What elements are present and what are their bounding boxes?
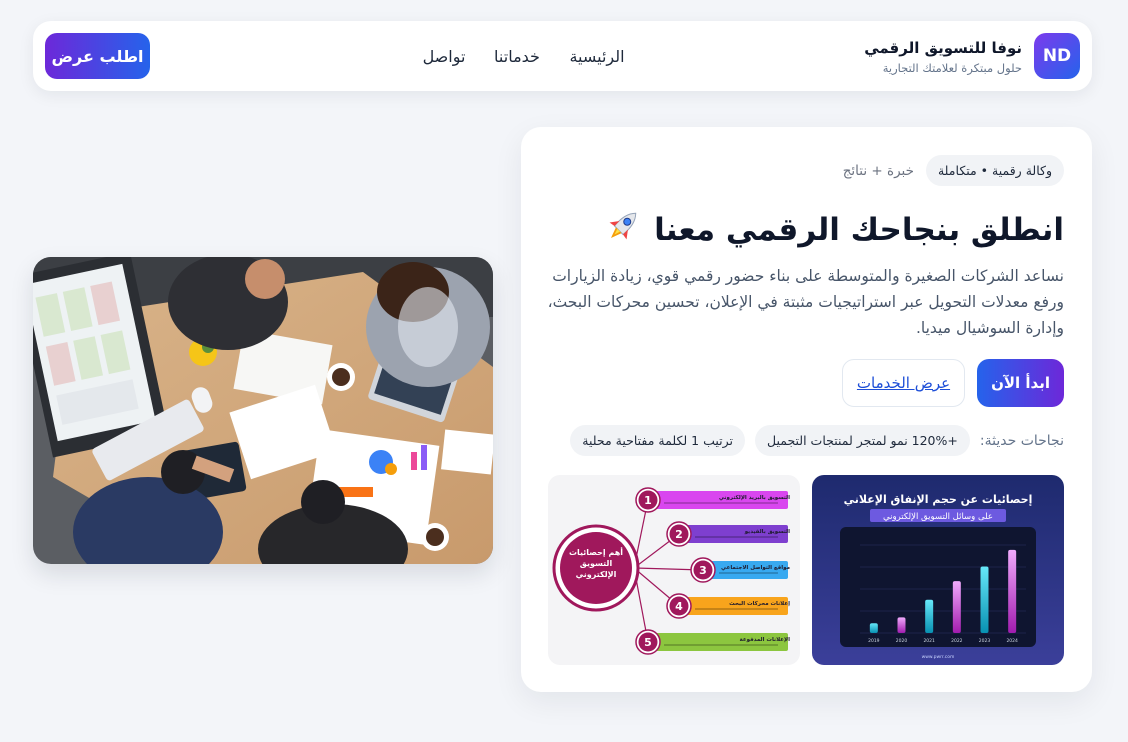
mindmap-item-placeholder-line [695, 536, 778, 538]
kicker-row: وكالة رقمية • متكاملة خبرة + نتائج [843, 155, 1064, 186]
x-tick-label: 2022 [951, 638, 963, 644]
mindmap-item-number: 2 [675, 528, 683, 541]
brand-text: نوفا للتسويق الرقمي حلول مبتكرة لعلامتك … [864, 37, 1022, 75]
success-badge: ترتيب 1 لكلمة مفتاحية محلية [570, 425, 745, 456]
top-navbar: اطلب عرض تواصل خدماتنا الرئيسية ND نوفا … [33, 21, 1092, 91]
mindmap-item-number: 4 [675, 600, 683, 613]
nav-link-contact[interactable]: تواصل [409, 47, 479, 66]
nav-link-home[interactable]: الرئيسية [567, 47, 627, 66]
chart-bar [952, 581, 961, 633]
kicker-text: خبرة + نتائج [842, 162, 914, 179]
view-services-link[interactable]: عرض الخدمات [841, 359, 966, 407]
x-tick-label: 2023 [979, 638, 991, 644]
chart-bar [980, 566, 989, 633]
marketing-stats-infographic[interactable]: أهم إحصائيات التسويق الإلكتروني 1 التسويق ب… [548, 475, 800, 665]
rocket-icon [602, 205, 644, 255]
chart-bar [897, 617, 906, 633]
team-meeting-photo [33, 257, 493, 564]
success-label: نجاحات حديثة: [979, 432, 1064, 449]
infographic-thumbnails: إحصائيات عن حجم الإنفاق الإعلاني على وسا… [548, 475, 1064, 665]
hero-description: نساعد الشركات الصغيرة والمتوسطة على بناء… [547, 267, 1064, 337]
mindmap-item-number: 1 [644, 494, 652, 507]
infographic-title: إحصائيات عن حجم الإنفاق الإعلاني [844, 493, 1033, 506]
mindmap-item-label: التسويق بالفيديو [744, 529, 790, 535]
brand-tagline: حلول مبتكرة لعلامتك التجارية [882, 61, 1022, 75]
start-now-button[interactable]: ابدأ الآن [977, 359, 1064, 407]
brand-logo: ND [1034, 33, 1080, 79]
mindmap-item-placeholder-line [664, 644, 778, 646]
nav-link-services[interactable]: خدماتنا [487, 47, 547, 66]
brand[interactable]: ND نوفا للتسويق الرقمي حلول مبتكرة لعلام… [864, 33, 1080, 79]
mindmap-item-label: مواقع التواصل الاجتماعي [721, 565, 790, 571]
recent-successes: نجاحات حديثة: +120% نمو لمتجر لمنتجات ال… [570, 425, 1064, 456]
hero-headline: انطلق بنجاحك الرقمي معنا [602, 205, 1064, 255]
infographic-subtitle: على وسائل التسويق الإلكتروني [883, 512, 993, 522]
ad-spend-infographic[interactable]: إحصائيات عن حجم الإنفاق الإعلاني على وسا… [812, 475, 1064, 665]
mindmap-item-number: 3 [699, 564, 707, 577]
mindmap-item-number: 5 [644, 636, 652, 649]
mindmap-item-placeholder-line [695, 608, 778, 610]
mindmap-item-placeholder-line [719, 572, 778, 574]
hero-buttons: ابدأ الآن عرض الخدمات [841, 359, 1064, 407]
mindmap-item-placeholder-line [664, 502, 778, 504]
chart-bar [1008, 549, 1017, 633]
x-tick-label: 2020 [896, 638, 908, 644]
chart-bar [869, 623, 878, 633]
mindmap-item-label: التسويق بالبريد الإلكتروني [719, 494, 790, 501]
agency-badge: وكالة رقمية • متكاملة [925, 155, 1064, 186]
mindmap-item-label: الإعلانات المدفوعة [740, 637, 791, 643]
chart-bar [925, 599, 934, 633]
request-quote-button[interactable]: اطلب عرض [45, 33, 150, 79]
x-tick-label: 2021 [923, 638, 935, 644]
x-tick-label: 2024 [1006, 638, 1018, 644]
success-badge: +120% نمو لمتجر لمنتجات التجميل [755, 425, 970, 456]
x-tick-label: 2019 [868, 638, 880, 644]
infographic-footer: www.pwrr.com [922, 654, 955, 660]
brand-name: نوفا للتسويق الرقمي [864, 39, 1022, 57]
hero-card: وكالة رقمية • متكاملة خبرة + نتائج انطلق… [521, 127, 1092, 692]
hero-headline-text: انطلق بنجاحك الرقمي معنا [654, 212, 1064, 248]
mindmap-item-label: إعلانات محركات البحث [729, 600, 790, 607]
